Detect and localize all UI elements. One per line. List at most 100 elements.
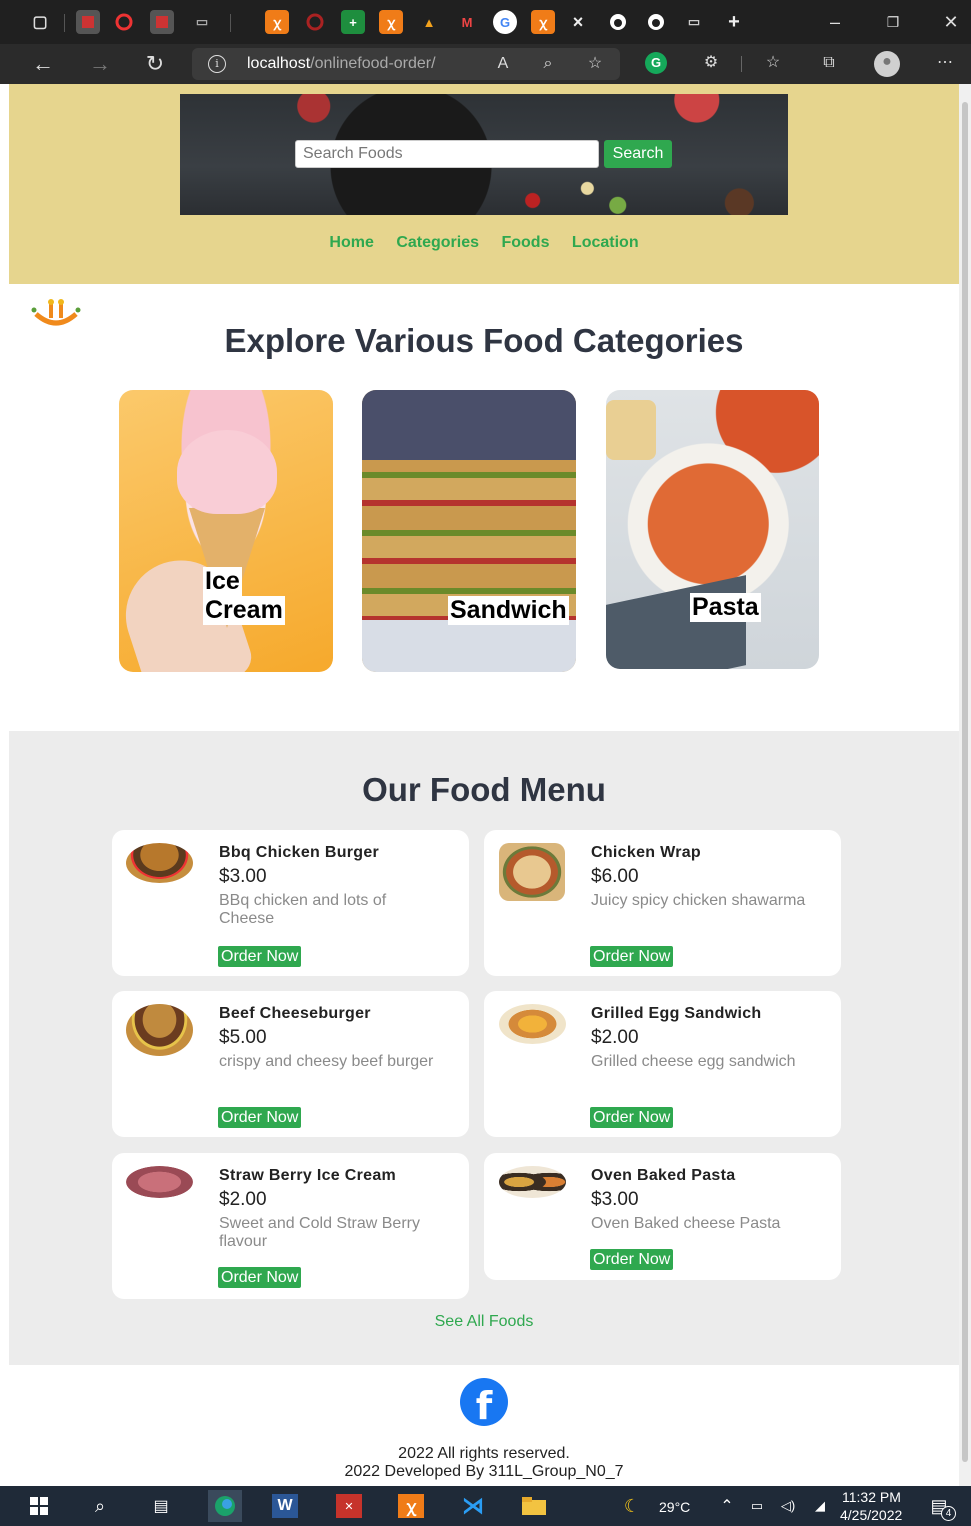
window-tab-icon-2[interactable]: ▭ <box>682 10 706 34</box>
back-icon[interactable]: ← <box>28 50 58 78</box>
brand-tab-icon[interactable]: ▲ <box>417 10 441 34</box>
food-card: Straw Berry Ice Cream $2.00 Sweet and Co… <box>112 1153 469 1299</box>
xampp-tab-icon-3[interactable]: ꭓ <box>531 10 555 34</box>
pdf-tab-icon[interactable] <box>76 10 100 34</box>
food-image <box>499 1166 566 1198</box>
favorites-icon[interactable]: ☆ <box>762 52 784 74</box>
url-text[interactable]: localhost/onlinefood-order/ <box>247 55 436 73</box>
facebook-icon[interactable]: f <box>460 1378 508 1426</box>
category-image-plate <box>362 620 576 672</box>
food-name: Chicken Wrap <box>591 844 701 861</box>
main-menu: Home Categories Foods Location <box>9 234 959 252</box>
food-card: Oven Baked Pasta $3.00 Oven Baked cheese… <box>484 1153 841 1280</box>
food-name: Bbq Chicken Burger <box>219 844 380 861</box>
hero-banner: Search <box>180 94 788 215</box>
search-input[interactable] <box>295 140 599 168</box>
site-info-icon[interactable]: i <box>208 55 226 73</box>
order-now-button[interactable]: Order Now <box>590 946 674 967</box>
food-menu-heading: Our Food Menu <box>362 771 606 808</box>
category-image-cloth <box>606 575 746 669</box>
github-tab-icon[interactable] <box>606 10 630 34</box>
footer-rights: 2022 All rights reserved. <box>398 1445 570 1462</box>
new-tab-icon[interactable]: + <box>722 10 746 34</box>
task-view-icon[interactable]: ▤ <box>148 1494 174 1518</box>
weather-icon[interactable]: ☾ <box>619 1494 645 1518</box>
category-card-sandwich[interactable]: Sandwich <box>362 390 576 672</box>
xampp-tab-icon-2[interactable]: ꭓ <box>379 10 403 34</box>
tab-separator <box>230 14 231 32</box>
food-name: Straw Berry Ice Cream <box>219 1167 397 1184</box>
order-now-button[interactable]: Order Now <box>218 946 302 967</box>
toolbar-separator <box>741 56 742 72</box>
sheets-tab-icon[interactable]: + <box>341 10 365 34</box>
see-all-foods-link[interactable]: See All Foods <box>9 1313 959 1331</box>
category-label: Pasta <box>690 593 761 622</box>
word-taskbar-icon[interactable]: W <box>272 1494 298 1518</box>
restore-icon[interactable]: ❐ <box>873 8 913 36</box>
menu-item-foods[interactable]: Foods <box>501 234 549 252</box>
edge-taskbar-icon[interactable] <box>208 1490 242 1522</box>
zoom-icon[interactable]: ⌕ <box>537 53 559 75</box>
categories-heading: Explore Various Food Categories <box>224 322 744 359</box>
food-name: Oven Baked Pasta <box>591 1167 736 1184</box>
collections-icon[interactable]: ⧉ <box>818 52 840 74</box>
pdf-tab-icon-2[interactable] <box>150 10 174 34</box>
scrollbar-thumb[interactable] <box>962 102 968 1462</box>
file-explorer-icon[interactable] <box>521 1494 547 1518</box>
xampp-taskbar-icon[interactable]: ꭓ <box>398 1494 424 1518</box>
close-window-icon[interactable]: ✕ <box>931 8 971 36</box>
battery-icon[interactable]: ▭ <box>744 1494 770 1518</box>
search-icon[interactable]: ⌕ <box>87 1494 113 1518</box>
site-header: Search Home Categories Foods Location <box>9 84 959 284</box>
taskbar-time[interactable]: 11:32 PM <box>842 1489 901 1505</box>
menu-item-home[interactable]: Home <box>329 234 373 252</box>
url-field[interactable]: i localhost/onlinefood-order/ A ⌕ ☆ <box>192 48 620 80</box>
forward-icon[interactable]: → <box>85 50 115 78</box>
food-card: Grilled Egg Sandwich $2.00 Grilled chees… <box>484 991 841 1137</box>
url-path: /onlinefood-order/ <box>310 55 436 72</box>
search-button[interactable]: Search <box>604 140 672 168</box>
vscode-taskbar-icon[interactable]: ⋊ <box>460 1493 486 1518</box>
github-tab-icon-2[interactable] <box>644 10 668 34</box>
hidden-icons-chevron-icon[interactable]: ⌃ <box>714 1494 740 1518</box>
volume-icon[interactable]: ◁) <box>775 1494 801 1518</box>
add-favorite-icon[interactable]: ☆ <box>584 53 606 75</box>
order-now-button[interactable]: Order Now <box>590 1107 674 1128</box>
category-card-pasta[interactable]: Pasta <box>606 390 819 669</box>
extensions-icon[interactable]: ⚙ <box>700 52 722 74</box>
address-bar: ← → ↻ i localhost/onlinefood-order/ A ⌕ … <box>0 44 971 84</box>
category-card-ice-cream[interactable]: Ice Cream <box>119 390 333 672</box>
food-card: Bbq Chicken Burger $3.00 BBq chicken and… <box>112 830 469 976</box>
menu-item-categories[interactable]: Categories <box>396 234 479 252</box>
more-menu-icon[interactable]: ⋯ <box>934 52 956 74</box>
reload-icon[interactable]: ↻ <box>140 50 170 78</box>
pdf-taskbar-icon[interactable]: ✕ <box>336 1494 362 1518</box>
food-card: Chicken Wrap $6.00 Juicy spicy chicken s… <box>484 830 841 976</box>
order-now-button[interactable]: Order Now <box>218 1267 302 1288</box>
minimize-icon[interactable]: – <box>815 8 855 36</box>
temperature[interactable]: 29°C <box>659 1499 690 1515</box>
close-tab-icon[interactable]: × <box>566 10 590 34</box>
grammarly-icon[interactable]: G <box>645 52 667 74</box>
read-aloud-icon[interactable]: A <box>492 53 514 75</box>
wifi-icon[interactable]: ◢ <box>807 1494 833 1518</box>
profile-avatar-icon[interactable]: ● <box>874 51 900 77</box>
food-description: Juicy spicy chicken shawarma <box>591 892 806 909</box>
opera-tab-icon[interactable] <box>112 10 136 34</box>
food-price: $5.00 <box>219 1027 267 1048</box>
menu-item-location[interactable]: Location <box>572 234 639 252</box>
tab-actions-icon[interactable]: ▢ <box>28 10 52 34</box>
taskbar-date[interactable]: 4/25/2022 <box>840 1507 902 1523</box>
food-image <box>499 843 565 901</box>
food-price: $6.00 <box>591 866 639 887</box>
start-icon[interactable] <box>26 1494 52 1518</box>
gmail-tab-icon[interactable]: M <box>455 10 479 34</box>
google-tab-icon[interactable]: G <box>493 10 517 34</box>
food-price: $2.00 <box>591 1027 639 1048</box>
order-now-button[interactable]: Order Now <box>218 1107 302 1128</box>
order-now-button[interactable]: Order Now <box>590 1249 674 1270</box>
opera-tab-icon-2[interactable] <box>303 10 327 34</box>
food-image <box>499 1004 566 1044</box>
window-tab-icon[interactable]: ▭ <box>190 10 214 34</box>
xampp-tab-icon[interactable]: ꭓ <box>265 10 289 34</box>
